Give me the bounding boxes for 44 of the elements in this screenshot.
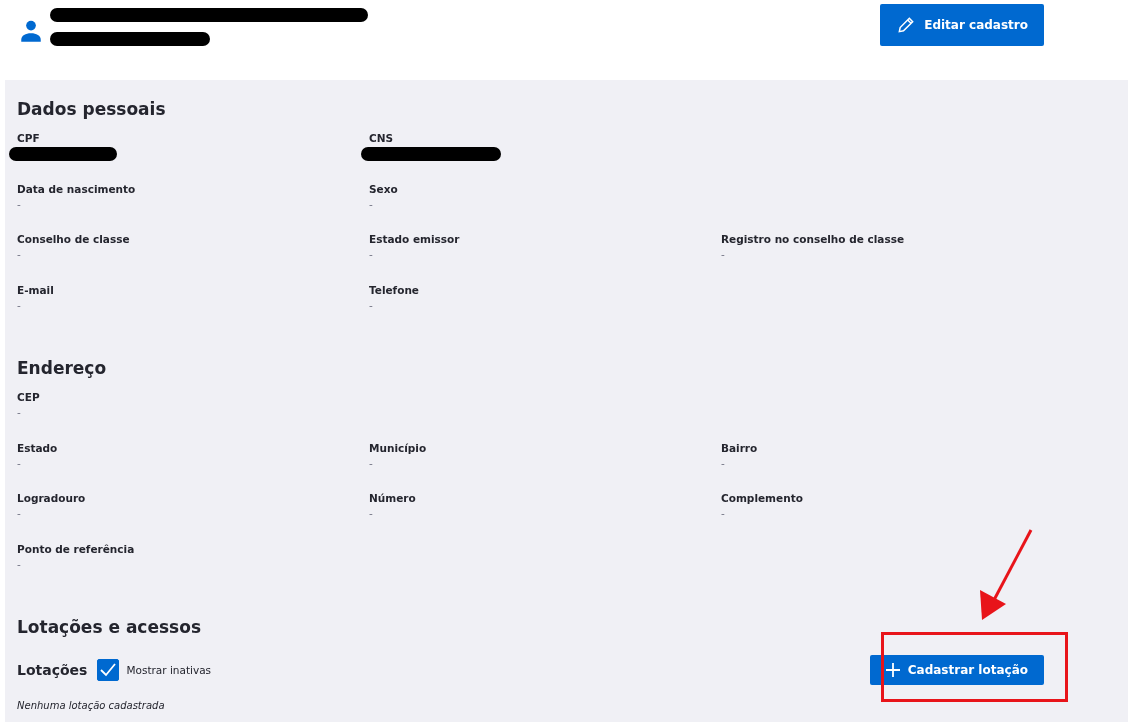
field-label: Município [369, 441, 428, 454]
field-label: Telefone [369, 283, 420, 296]
field-value: - [721, 456, 726, 469]
checkbox-label: Mostrar inativas [126, 664, 212, 676]
field-value: - [369, 197, 374, 210]
field-label: Número [369, 492, 417, 504]
field-label: Ponto de referência [17, 542, 136, 555]
field-value: - [721, 507, 726, 519]
field-label: Sexo [369, 182, 399, 195]
field-label: Bairro [721, 441, 759, 454]
section-title: Lotações e acessos [17, 616, 202, 639]
section-title: Dados pessoais [17, 98, 167, 121]
field-value: - [369, 298, 374, 311]
field-value: - [721, 248, 726, 260]
field-value: - [17, 197, 22, 210]
field-value: - [17, 456, 22, 469]
check-icon [100, 663, 117, 677]
field-label: Estado [17, 441, 59, 454]
field-label: Registro no conselho de classe [721, 233, 906, 245]
field-value: - [17, 406, 22, 418]
user-icon [18, 18, 44, 44]
field-value: - [17, 298, 22, 311]
field-value: - [369, 248, 374, 260]
field-label: E-mail [17, 283, 55, 296]
field-label: Complemento [721, 492, 804, 504]
field-label: CEP [17, 391, 41, 403]
plus-icon [885, 663, 900, 677]
field-label: CNS [369, 132, 395, 144]
pencil-icon [896, 15, 917, 35]
empty-message: Nenhuma lotação cadastrada [17, 700, 166, 711]
subsection-title: Lotações [17, 662, 88, 678]
field-label: Data de nascimento [17, 182, 137, 195]
section-title: Endereço [17, 357, 108, 380]
field-label: Estado emissor [369, 233, 461, 245]
field-label: CPF [17, 132, 41, 144]
field-label: Logradouro [17, 492, 87, 504]
field-value: - [369, 507, 374, 519]
field-value: - [369, 456, 374, 469]
edit-profile-button[interactable]: Editar cadastro [880, 4, 1044, 46]
field-value: - [17, 557, 22, 570]
field-value: - [17, 507, 22, 519]
add-assignment-button[interactable]: Cadastrar lotação [869, 655, 1044, 685]
field-label: Conselho de classe [17, 233, 131, 245]
field-value: - [17, 248, 22, 260]
